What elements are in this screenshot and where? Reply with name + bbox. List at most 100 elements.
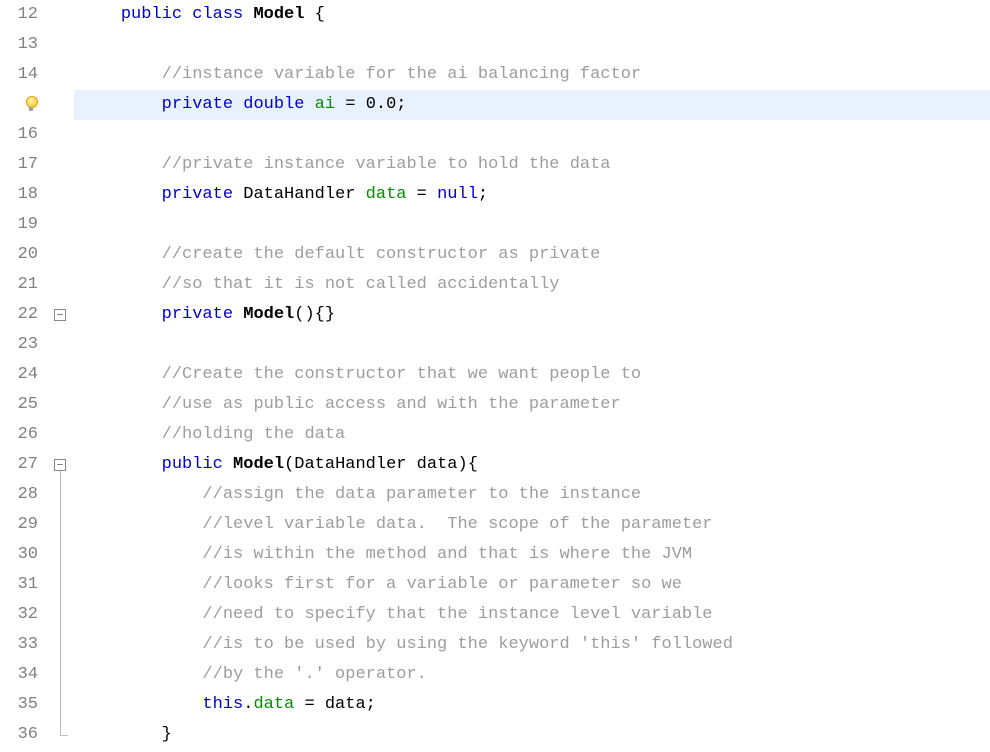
code-line[interactable]: 28 //assign the data parameter to the in… [0, 480, 990, 510]
fold-gutter [46, 180, 74, 210]
code-line[interactable]: 26 //holding the data [0, 420, 990, 450]
line-number: 33 [0, 630, 46, 660]
code-token: (){} [294, 305, 335, 324]
line-number: 24 [0, 360, 46, 390]
code-line[interactable]: 32 //need to specify that the instance l… [0, 600, 990, 630]
code-line[interactable]: 35 this.data = data; [0, 690, 990, 720]
code-content[interactable] [74, 210, 990, 240]
code-content[interactable]: //is to be used by using the keyword 'th… [74, 630, 990, 660]
code-token: //so that it is not called accidentally [162, 275, 560, 294]
code-content[interactable]: //holding the data [74, 420, 990, 450]
fold-gutter [46, 360, 74, 390]
code-token: class [192, 5, 243, 24]
code-content[interactable]: private DataHandler data = null; [74, 180, 990, 210]
code-content[interactable] [74, 30, 990, 60]
code-line[interactable]: 16 [0, 120, 990, 150]
code-content[interactable] [74, 330, 990, 360]
code-line[interactable]: 17 //private instance variable to hold t… [0, 150, 990, 180]
code-token: //is within the method and that is where… [202, 545, 692, 564]
line-number: 23 [0, 330, 46, 360]
code-token: public [162, 455, 223, 474]
code-content[interactable]: //assign the data parameter to the insta… [74, 480, 990, 510]
code-token: = data; [294, 695, 376, 714]
code-content[interactable]: } [74, 720, 990, 750]
code-token: private [162, 95, 233, 114]
fold-gutter: − [46, 300, 74, 330]
code-line[interactable]: 33 //is to be used by using the keyword … [0, 630, 990, 660]
code-editor[interactable]: 12 public class Model {1314 //instance v… [0, 0, 990, 750]
code-line[interactable]: 14 //instance variable for the ai balanc… [0, 60, 990, 90]
code-token: //holding the data [162, 425, 346, 444]
code-token: //create the default constructor as priv… [162, 245, 601, 264]
code-content[interactable]: //level variable data. The scope of the … [74, 510, 990, 540]
line-number: 34 [0, 660, 46, 690]
code-content[interactable]: //private instance variable to hold the … [74, 150, 990, 180]
code-line[interactable]: 27− public Model(DataHandler data){ [0, 450, 990, 480]
code-content[interactable]: private Model(){} [74, 300, 990, 330]
fold-gutter [46, 690, 74, 720]
fold-toggle-icon[interactable]: − [54, 309, 66, 321]
code-token [182, 5, 192, 24]
fold-gutter [46, 330, 74, 360]
line-number: 17 [0, 150, 46, 180]
code-token: //use as public access and with the para… [162, 395, 621, 414]
code-line[interactable]: 20 //create the default constructor as p… [0, 240, 990, 270]
code-token: private [162, 185, 233, 204]
code-line[interactable]: 29 //level variable data. The scope of t… [0, 510, 990, 540]
code-content[interactable]: //looks first for a variable or paramete… [74, 570, 990, 600]
line-number: 25 [0, 390, 46, 420]
code-line[interactable]: 31 //looks first for a variable or param… [0, 570, 990, 600]
code-line[interactable]: 18 private DataHandler data = null; [0, 180, 990, 210]
code-content[interactable]: //Create the constructor that we want pe… [74, 360, 990, 390]
code-content[interactable] [74, 120, 990, 150]
code-token: } [162, 725, 172, 744]
code-content[interactable]: public class Model { [74, 0, 990, 30]
line-number: 13 [0, 30, 46, 60]
code-token [304, 95, 314, 114]
code-token: = [406, 185, 437, 204]
code-content[interactable]: public Model(DataHandler data){ [74, 450, 990, 480]
code-content[interactable]: //so that it is not called accidentally [74, 270, 990, 300]
code-line[interactable]: 21 //so that it is not called accidental… [0, 270, 990, 300]
fold-gutter [46, 630, 74, 660]
lightbulb-icon[interactable] [24, 96, 38, 114]
code-line[interactable]: 25 //use as public access and with the p… [0, 390, 990, 420]
fold-gutter [46, 420, 74, 450]
code-content[interactable]: private double ai = 0.0; [74, 90, 990, 120]
line-number: 28 [0, 480, 46, 510]
code-content[interactable]: //create the default constructor as priv… [74, 240, 990, 270]
code-content[interactable]: //need to specify that the instance leve… [74, 600, 990, 630]
fold-gutter [46, 150, 74, 180]
code-token: this [202, 695, 243, 714]
code-content[interactable]: //by the '.' operator. [74, 660, 990, 690]
code-content[interactable]: //is within the method and that is where… [74, 540, 990, 570]
code-token: public [121, 5, 182, 24]
code-line[interactable]: 34 //by the '.' operator. [0, 660, 990, 690]
code-line[interactable]: private double ai = 0.0; [0, 90, 990, 120]
line-number: 21 [0, 270, 46, 300]
line-number: 20 [0, 240, 46, 270]
fold-toggle-icon[interactable]: − [54, 459, 66, 471]
fold-gutter [46, 270, 74, 300]
code-token: //Create the constructor that we want pe… [162, 365, 641, 384]
code-content[interactable]: //instance variable for the ai balancing… [74, 60, 990, 90]
code-line[interactable]: 19 [0, 210, 990, 240]
code-token [223, 455, 233, 474]
line-number: 12 [0, 0, 46, 30]
code-line[interactable]: 13 [0, 30, 990, 60]
code-token: private [162, 305, 233, 324]
code-line[interactable]: 36 } [0, 720, 990, 750]
code-token: = [335, 95, 366, 114]
fold-gutter [46, 720, 74, 750]
code-content[interactable]: //use as public access and with the para… [74, 390, 990, 420]
code-line[interactable]: 12 public class Model { [0, 0, 990, 30]
code-line[interactable]: 22− private Model(){} [0, 300, 990, 330]
code-token: ; [478, 185, 488, 204]
line-number: 26 [0, 420, 46, 450]
code-line[interactable]: 24 //Create the constructor that we want… [0, 360, 990, 390]
code-line[interactable]: 23 [0, 330, 990, 360]
code-line[interactable]: 30 //is within the method and that is wh… [0, 540, 990, 570]
fold-gutter [46, 660, 74, 690]
fold-gutter [46, 0, 74, 30]
code-content[interactable]: this.data = data; [74, 690, 990, 720]
